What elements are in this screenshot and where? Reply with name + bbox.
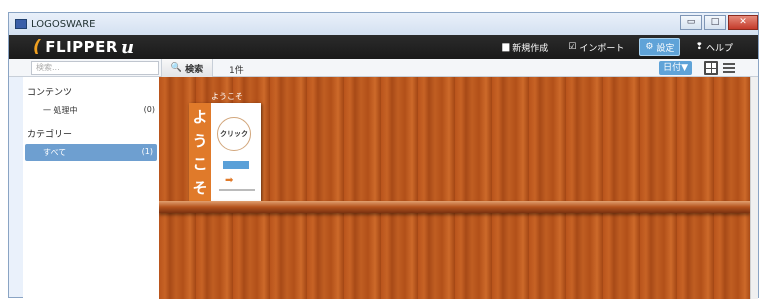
arrow-icon: ➡ [225, 175, 234, 186]
flipper-logo: ( FLIPPER u [33, 37, 135, 58]
all-count: (1) [141, 147, 153, 156]
new-button[interactable]: ▆ 新規作成 [497, 38, 553, 56]
spine-char: よ [192, 108, 208, 127]
logo-swoosh-icon: ( [33, 37, 42, 57]
spine-char: こ [192, 155, 208, 174]
result-count: 1件 [229, 66, 244, 76]
new-icon: ▆ [502, 42, 510, 52]
help-button[interactable]: ❢ ヘルプ [690, 38, 738, 56]
sort-dropdown[interactable]: 日付▼ [659, 61, 692, 75]
processing-label: 一 処理中 [43, 106, 78, 115]
window-title: LOGOSWARE [31, 18, 96, 30]
app-window: LOGOSWARE ▭ □ ✕ ( FLIPPER u ▆ 新規作成 ☑ インポ… [8, 12, 759, 299]
search-input[interactable]: 検索... [31, 61, 159, 75]
import-button[interactable]: ☑ インポート [563, 38, 629, 56]
close-button[interactable]: ✕ [728, 15, 758, 30]
settings-label: 設定 [656, 43, 675, 54]
maximize-button[interactable]: □ [704, 15, 726, 30]
list-view-icon[interactable] [722, 61, 736, 75]
header-menu: ▆ 新規作成 ☑ インポート ⚙ 設定 ❢ ヘルプ [497, 38, 738, 56]
processing-count: (0) [143, 105, 155, 114]
all-label: すべて [43, 148, 67, 157]
spine-char: そ [192, 178, 208, 197]
sidebar-item-all[interactable]: すべて (1) [25, 144, 157, 161]
book-caption: ようこそ [211, 92, 243, 101]
search-icon: 🔍 [170, 63, 183, 73]
grid-view-icon[interactable] [704, 61, 718, 75]
new-label: 新規作成 [512, 43, 549, 54]
title-bar: LOGOSWARE ▭ □ ✕ [9, 13, 758, 35]
app-icon [15, 19, 27, 29]
sidebar-item-processing[interactable]: 一 処理中 (0) [23, 102, 159, 119]
sidebar: コンテンツ 一 処理中 (0) カテゴリー すべて (1) [23, 77, 159, 299]
logo-suffix: u [120, 36, 135, 58]
contents-heading: コンテンツ [27, 88, 73, 98]
bookshelf: ようこそ よ う こ そ クリック ➡ [159, 77, 750, 299]
search-button-label: 検索 [185, 64, 204, 75]
click-badge: クリック [217, 117, 251, 151]
shelf-plank [159, 201, 750, 213]
spine-char: う [192, 131, 208, 150]
book-page: クリック ➡ [211, 103, 261, 201]
import-icon: ☑ [568, 42, 577, 52]
help-icon: ❢ [695, 42, 703, 52]
toolbar: 検索... 🔍 検索 1件 日付▼ [9, 59, 758, 77]
gear-icon: ⚙ [645, 42, 654, 52]
search-button[interactable]: 🔍 検索 [161, 59, 213, 77]
book-note [219, 189, 255, 191]
app-header: ( FLIPPER u ▆ 新規作成 ☑ インポート ⚙ 設定 ❢ ヘルプ [9, 35, 758, 59]
help-label: ヘルプ [705, 43, 733, 54]
window-controls: ▭ □ ✕ [680, 15, 758, 30]
book-badge [223, 161, 249, 169]
scrollbar[interactable] [750, 77, 758, 299]
book-spine-text: よ う こ そ [189, 103, 211, 201]
minimize-button[interactable]: ▭ [680, 15, 702, 30]
book-cover[interactable]: よ う こ そ クリック ➡ [189, 103, 261, 201]
import-label: インポート [579, 43, 625, 54]
logo-text: FLIPPER [45, 38, 118, 56]
settings-button[interactable]: ⚙ 設定 [639, 38, 681, 56]
category-heading: カテゴリー [27, 130, 73, 140]
